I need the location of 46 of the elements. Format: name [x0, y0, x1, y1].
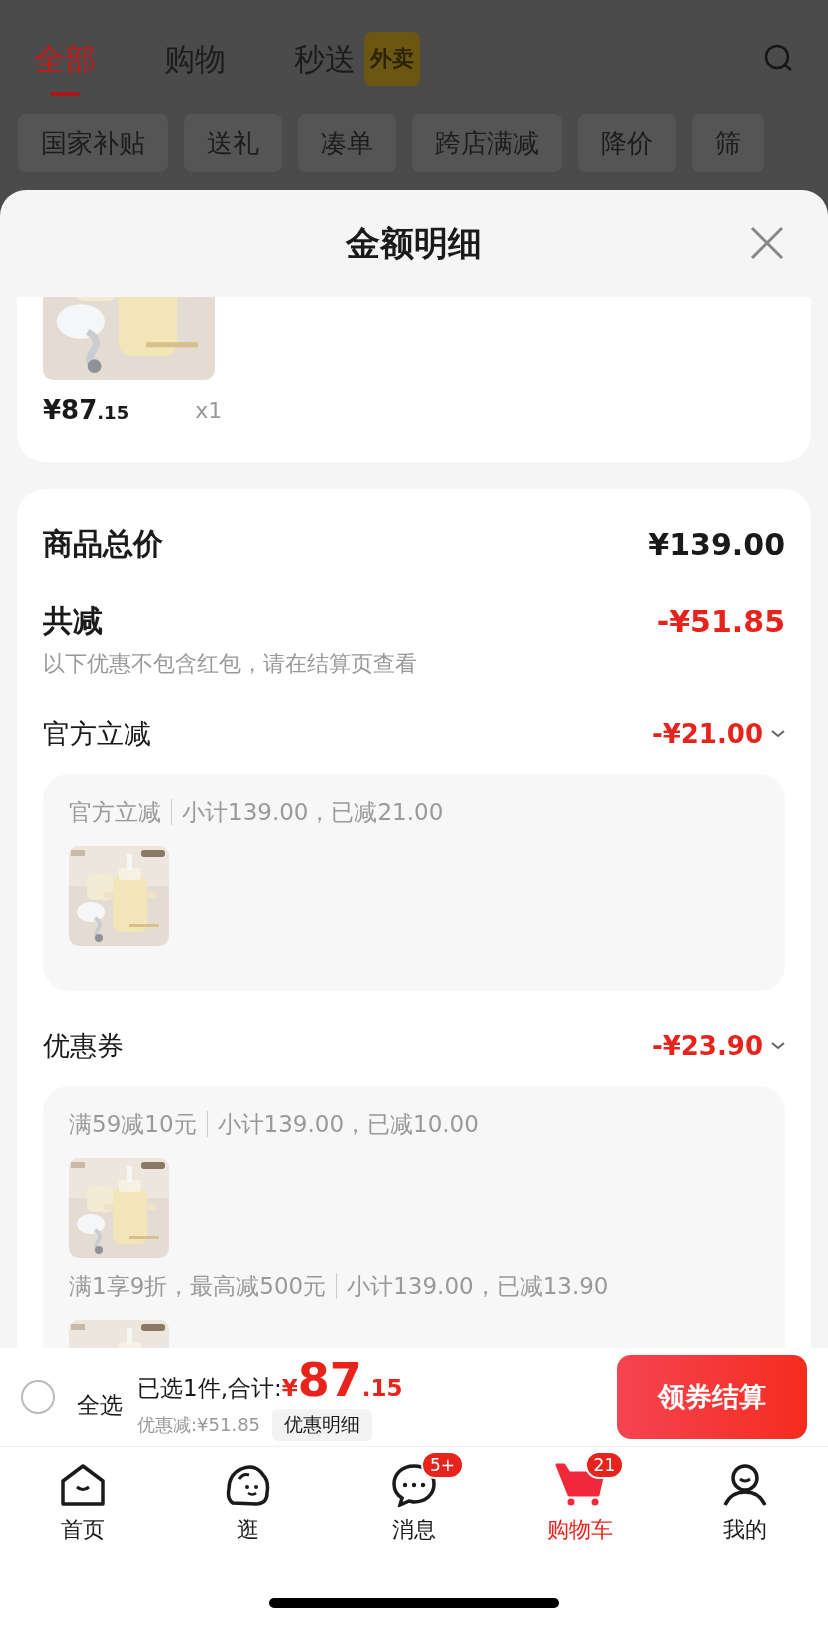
- item-quantity: x1: [195, 397, 223, 423]
- checkout-button[interactable]: 领券结算: [617, 1355, 807, 1439]
- filter-chip[interactable]: 凑单: [298, 114, 396, 172]
- tab-bar-item[interactable]: 首页: [0, 1447, 166, 1562]
- filter-chip[interactable]: 送礼: [184, 114, 282, 172]
- smiley-blob-icon: [225, 1463, 272, 1507]
- filter-chip[interactable]: 国家补贴: [18, 114, 168, 172]
- chevron-down-icon: [771, 1042, 785, 1050]
- tab-bar-item[interactable]: 5+ 消息: [331, 1447, 497, 1562]
- discount-detail: 小计139.00，已减10.00: [217, 1110, 479, 1139]
- saving-text: 优惠减:¥51.85: [137, 1413, 261, 1437]
- total-amount: ¥87.15: [281, 1353, 403, 1407]
- filter-chip[interactable]: 降价: [578, 114, 676, 172]
- discount-amount[interactable]: -¥23.90: [651, 1031, 785, 1061]
- select-all-label: 全选: [77, 1390, 123, 1420]
- discount-name: 官方立减: [69, 798, 161, 827]
- total-price: ¥139.00: [648, 526, 785, 562]
- tab-bar-item[interactable]: 我的: [662, 1447, 828, 1562]
- filter-chip[interactable]: 跨店满减: [412, 114, 562, 172]
- sheet-title: 金额明细: [346, 221, 482, 265]
- discount-name: 满1享9折，最高减500元: [69, 1272, 327, 1301]
- home-icon: [59, 1463, 106, 1507]
- person-icon: [722, 1463, 769, 1507]
- close-icon[interactable]: [750, 226, 784, 260]
- select-all-checkbox[interactable]: [21, 1380, 55, 1414]
- chevron-down-icon: [771, 730, 785, 738]
- search-icon[interactable]: [764, 44, 794, 74]
- discount-details-button[interactable]: 优惠明细: [272, 1409, 373, 1441]
- reduction-label: 共减: [43, 601, 103, 640]
- tab-badge: 外卖: [364, 32, 420, 86]
- item-price: ¥87.15: [43, 395, 130, 425]
- count-badge: 21: [584, 1451, 625, 1479]
- reduction-amount: -¥51.85: [656, 603, 785, 639]
- discount-detail: 小计139.00，已减13.90: [347, 1272, 609, 1301]
- count-badge: 5+: [421, 1451, 465, 1479]
- total-label: 商品总价: [43, 524, 163, 563]
- tab-bar-item[interactable]: 21 购物车: [496, 1447, 663, 1562]
- discount-amount[interactable]: -¥21.00: [651, 719, 785, 749]
- discount-name: 满59减10元: [69, 1110, 197, 1139]
- discount-label: 官方立减: [43, 717, 151, 751]
- tab-bar-item[interactable]: 逛: [165, 1447, 332, 1562]
- discount-detail: 小计139.00，已减21.00: [182, 798, 444, 827]
- filter-chip[interactable]: 筛: [692, 114, 764, 172]
- summary-label: 已选1件,合计:: [137, 1374, 282, 1403]
- discount-label: 优惠券: [43, 1029, 124, 1063]
- discount-note: 以下优惠不包含红包，请在结算页查看: [43, 650, 418, 678]
